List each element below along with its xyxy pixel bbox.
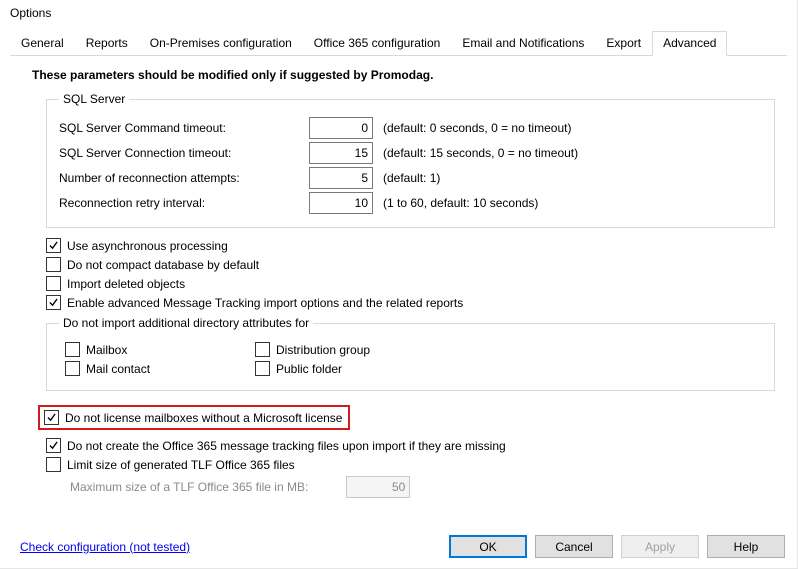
- help-button[interactable]: Help: [707, 535, 785, 558]
- ok-button[interactable]: OK: [449, 535, 527, 558]
- chk-mailbox[interactable]: Mailbox: [65, 342, 249, 357]
- chk-mailbox-label: Mailbox: [86, 343, 127, 357]
- window-title: Options: [0, 0, 797, 24]
- row-max-size: Maximum size of a TLF Office 365 file in…: [70, 476, 775, 498]
- chk-no-license-label: Do not license mailboxes without a Micro…: [65, 411, 342, 425]
- chk-public-folder-label: Public folder: [276, 362, 342, 376]
- no-import-attrs-group: Do not import additional directory attri…: [46, 316, 775, 391]
- checkbox-icon: [44, 410, 59, 425]
- hint-reconnect-attempts: (default: 1): [383, 171, 440, 185]
- chk-dist-group-label: Distribution group: [276, 343, 370, 357]
- input-conn-timeout[interactable]: [309, 142, 373, 164]
- lbl-conn-timeout: SQL Server Connection timeout:: [59, 146, 309, 160]
- hint-cmd-timeout: (default: 0 seconds, 0 = no timeout): [383, 121, 571, 135]
- check-config-link[interactable]: Check configuration (not tested): [20, 540, 190, 554]
- lbl-retry-interval: Reconnection retry interval:: [59, 196, 309, 210]
- row-retry-interval: Reconnection retry interval: (1 to 60, d…: [59, 192, 762, 214]
- row-cmd-timeout: SQL Server Command timeout: (default: 0 …: [59, 117, 762, 139]
- tab-advanced[interactable]: Advanced: [652, 31, 727, 56]
- input-max-size: [346, 476, 410, 498]
- lbl-cmd-timeout: SQL Server Command timeout:: [59, 121, 309, 135]
- checkbox-icon: [255, 342, 270, 357]
- hint-retry-interval: (1 to 60, default: 10 seconds): [383, 196, 538, 210]
- input-cmd-timeout[interactable]: [309, 117, 373, 139]
- highlight-no-license: Do not license mailboxes without a Micro…: [38, 405, 350, 430]
- tab-reports[interactable]: Reports: [75, 31, 139, 56]
- chk-async-label: Use asynchronous processing: [67, 239, 228, 253]
- options-window: Options General Reports On-Premises conf…: [0, 0, 798, 569]
- chk-mail-contact[interactable]: Mail contact: [65, 361, 249, 376]
- lbl-reconnect-attempts: Number of reconnection attempts:: [59, 171, 309, 185]
- chk-no-create-files[interactable]: Do not create the Office 365 message tra…: [46, 438, 775, 453]
- chk-mail-contact-label: Mail contact: [86, 362, 150, 376]
- chk-async-processing[interactable]: Use asynchronous processing: [46, 238, 775, 253]
- checkbox-icon: [46, 438, 61, 453]
- tab-email[interactable]: Email and Notifications: [451, 31, 595, 56]
- checkbox-icon: [46, 238, 61, 253]
- chk-limit-size-label: Limit size of generated TLF Office 365 f…: [67, 458, 295, 472]
- chk-import-deleted-label: Import deleted objects: [67, 277, 185, 291]
- chk-no-create-files-label: Do not create the Office 365 message tra…: [67, 439, 506, 453]
- row-reconnect-attempts: Number of reconnection attempts: (defaul…: [59, 167, 762, 189]
- tab-bar: General Reports On-Premises configuratio…: [10, 30, 787, 56]
- page-heading: These parameters should be modified only…: [32, 68, 775, 82]
- chk-no-compact-label: Do not compact database by default: [67, 258, 259, 272]
- tab-export[interactable]: Export: [595, 31, 652, 56]
- no-import-legend: Do not import additional directory attri…: [59, 316, 313, 330]
- apply-button[interactable]: Apply: [621, 535, 699, 558]
- cancel-button[interactable]: Cancel: [535, 535, 613, 558]
- tab-content: These parameters should be modified only…: [22, 68, 775, 498]
- chk-adv-tracking[interactable]: Enable advanced Message Tracking import …: [46, 295, 775, 310]
- checkbox-icon: [46, 457, 61, 472]
- hint-conn-timeout: (default: 15 seconds, 0 = no timeout): [383, 146, 578, 160]
- chk-import-deleted[interactable]: Import deleted objects: [46, 276, 775, 291]
- row-conn-timeout: SQL Server Connection timeout: (default:…: [59, 142, 762, 164]
- checkbox-icon: [65, 361, 80, 376]
- sql-server-legend: SQL Server: [59, 92, 129, 106]
- tab-onprem[interactable]: On-Premises configuration: [139, 31, 303, 56]
- checkbox-icon: [46, 257, 61, 272]
- checkbox-icon: [46, 276, 61, 291]
- checkbox-icon: [46, 295, 61, 310]
- chk-no-license[interactable]: Do not license mailboxes without a Micro…: [44, 410, 342, 425]
- chk-public-folder[interactable]: Public folder: [255, 361, 439, 376]
- footer: Check configuration (not tested) OK Canc…: [0, 535, 797, 558]
- input-reconnect-attempts[interactable]: [309, 167, 373, 189]
- sql-server-group: SQL Server SQL Server Command timeout: (…: [46, 92, 775, 228]
- lbl-max-size: Maximum size of a TLF Office 365 file in…: [70, 480, 308, 494]
- chk-no-compact[interactable]: Do not compact database by default: [46, 257, 775, 272]
- tab-general[interactable]: General: [10, 31, 75, 56]
- chk-dist-group[interactable]: Distribution group: [255, 342, 439, 357]
- checkbox-icon: [65, 342, 80, 357]
- input-retry-interval[interactable]: [309, 192, 373, 214]
- checkbox-icon: [255, 361, 270, 376]
- chk-adv-tracking-label: Enable advanced Message Tracking import …: [67, 296, 463, 310]
- tab-o365[interactable]: Office 365 configuration: [303, 31, 452, 56]
- chk-limit-size[interactable]: Limit size of generated TLF Office 365 f…: [46, 457, 775, 472]
